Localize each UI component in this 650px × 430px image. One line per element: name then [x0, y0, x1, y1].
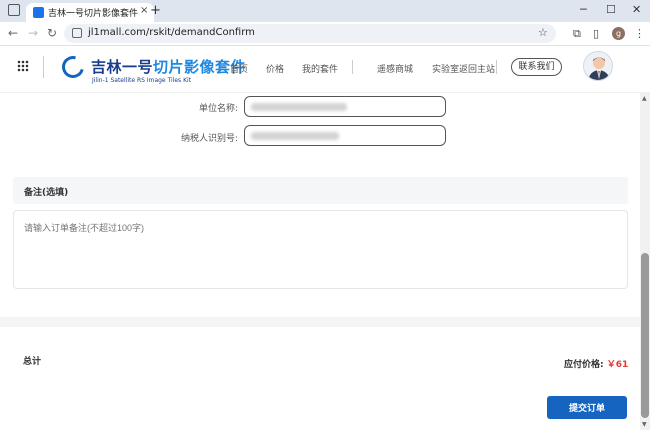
logo-title[interactable]: 吉林一号切片影像套件	[91, 56, 246, 77]
header-divider	[43, 56, 44, 78]
apps-grid-icon[interactable]	[17, 60, 29, 72]
forward-icon[interactable]: →	[28, 26, 38, 40]
close-window-icon[interactable]: ✕	[632, 3, 641, 16]
bookmark-star-icon[interactable]: ☆	[538, 26, 548, 39]
sidebar-icon[interactable]: ▯	[593, 27, 599, 40]
address-bar[interactable]: jl1mall.com/rskit/demandConfirm ☆	[64, 24, 556, 43]
redacted-value	[251, 103, 347, 111]
nav-price[interactable]: 价格	[266, 62, 284, 75]
tax-id-label: 纳税人识别号:	[180, 134, 238, 144]
user-avatar[interactable]	[583, 51, 613, 81]
browser-tab[interactable]: 吉林一号切片影像套件 ×	[26, 3, 154, 22]
payable-label: 应付价格:	[564, 360, 604, 370]
remark-section-header: 备注(选填)	[13, 177, 628, 204]
logo-icon	[57, 51, 89, 83]
scroll-down-icon[interactable]: ▼	[642, 421, 647, 428]
nav-rs-mall[interactable]: 遥感商城	[377, 62, 413, 75]
extensions-icon[interactable]: ⧉	[573, 27, 581, 41]
menu-kebab-icon[interactable]: ⋮	[634, 27, 645, 40]
nav-divider	[496, 60, 497, 74]
contact-us-button[interactable]: 联系我们	[511, 58, 562, 76]
logo-subtitle: Jilin-1 Satellite RS Image Tiles Kit	[92, 77, 192, 84]
url-text[interactable]: jl1mall.com/rskit/demandConfirm	[88, 27, 255, 38]
page-scrollbar[interactable]: ▲ ▼	[640, 93, 650, 430]
nav-divider	[352, 60, 353, 74]
site-header: 吉林一号切片影像套件 Jilin-1 Satellite RS Image Ti…	[0, 46, 650, 93]
browser-toolbar: ← → ↻ jl1mall.com/rskit/demandConfirm ☆ …	[0, 22, 650, 46]
tax-id-field[interactable]	[244, 125, 446, 146]
back-icon[interactable]: ←	[8, 26, 18, 40]
minimize-icon[interactable]: ─	[580, 3, 587, 16]
maximize-icon[interactable]: ☐	[606, 3, 616, 16]
remark-section-title: 备注(选填)	[24, 188, 69, 198]
tab-list-icon[interactable]	[8, 4, 20, 16]
new-tab-icon[interactable]: +	[150, 3, 161, 18]
scroll-up-icon[interactable]: ▲	[642, 95, 647, 102]
reload-icon[interactable]: ↻	[47, 26, 57, 40]
profile-avatar-icon[interactable]: g	[612, 27, 625, 40]
tab-close-icon[interactable]: ×	[140, 5, 148, 16]
payable-value: ￥61	[606, 360, 629, 370]
total-label: 总计	[23, 357, 42, 367]
site-info-icon[interactable]	[72, 28, 82, 38]
nav-my-kits[interactable]: 我的套件	[302, 62, 338, 75]
remark-textarea[interactable]	[13, 210, 628, 289]
scrollbar-thumb[interactable]	[641, 253, 649, 418]
nav-home[interactable]: 首页	[230, 62, 248, 75]
section-separator	[0, 317, 640, 327]
user-avatar-icon	[588, 57, 610, 80]
browser-tab-bar: 吉林一号切片影像套件 × + ─ ☐ ✕	[0, 0, 650, 22]
nav-lab-main-site[interactable]: 实验室返回主站	[432, 62, 495, 75]
tab-favicon-icon	[33, 7, 44, 18]
redacted-value	[251, 132, 339, 140]
company-name-label: 单位名称:	[198, 104, 238, 114]
logo-title-main: 吉林一号	[91, 58, 154, 76]
payable-price: 应付价格: ￥61	[564, 357, 628, 370]
company-name-field[interactable]	[244, 96, 446, 117]
submit-order-button[interactable]: 提交订单	[547, 396, 627, 419]
tab-title: 吉林一号切片影像套件	[48, 9, 139, 19]
